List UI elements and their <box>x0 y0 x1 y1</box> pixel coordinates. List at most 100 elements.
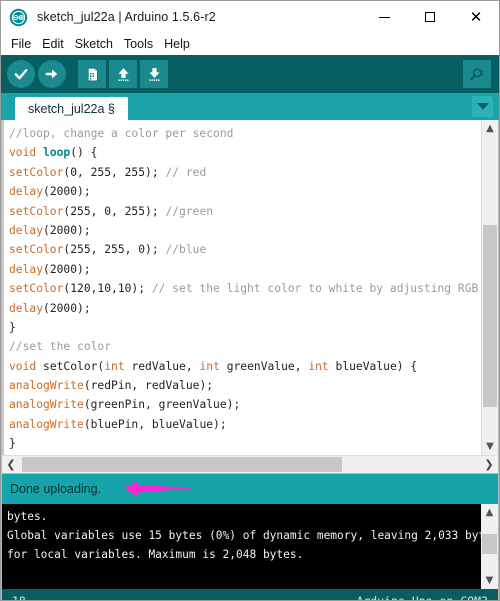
console-text[interactable]: bytes. Global variables use 15 bytes (0%)… <box>2 504 481 589</box>
editor-vertical-scrollbar[interactable]: ▲ ▼ <box>481 120 498 455</box>
code-line: delay(2000); <box>9 260 481 279</box>
horizontal-scroll-thumb[interactable] <box>22 457 342 472</box>
up-arrow-icon <box>118 67 128 81</box>
code-token: void <box>9 146 44 160</box>
code-token: } <box>9 437 16 451</box>
arduino-ide-window: sketch_jul22a | Arduino 1.5.6-r2 ✕ File … <box>0 0 500 601</box>
console-line: bytes. <box>7 510 48 523</box>
code-token: analogWrite <box>9 398 84 412</box>
code-token: (bluePin, blueValue); <box>83 417 227 431</box>
code-token: // set the light color to white by adjus… <box>151 282 479 296</box>
code-line: delay(2000); <box>9 221 481 240</box>
code-token: int <box>199 359 227 373</box>
code-line: delay(2000); <box>9 299 481 318</box>
code-token: (greenPin, greenValue); <box>83 398 241 412</box>
code-token: (2000); <box>43 262 91 276</box>
code-token: () { <box>70 146 98 160</box>
code-line: void loop() { <box>9 143 481 162</box>
code-token: setColor <box>9 165 64 179</box>
magnifier-icon <box>470 68 484 81</box>
scroll-down-button[interactable]: ▼ <box>482 438 498 455</box>
bottom-status-bar: 18 Arduino Uno on COM3 <box>1 589 499 601</box>
upload-button[interactable] <box>38 60 66 88</box>
code-token: //green <box>165 204 214 218</box>
code-token: analogWrite <box>9 379 84 393</box>
close-icon: ✕ <box>469 7 483 26</box>
verify-button[interactable] <box>7 60 35 88</box>
right-arrow-icon <box>45 69 58 79</box>
window-title: sketch_jul22a | Arduino 1.5.6-r2 <box>37 10 216 24</box>
menu-item-tools[interactable]: Tools <box>124 37 160 51</box>
scroll-right-button[interactable]: ❯ <box>480 458 498 471</box>
code-editor: //loop, change a color per second void lo… <box>1 120 499 455</box>
tab-sketch-jul22a[interactable]: sketch_jul22a § <box>15 97 128 120</box>
console-output: bytes. Global variables use 15 bytes (0%)… <box>1 504 499 589</box>
save-button[interactable] <box>140 60 168 88</box>
new-file-icon <box>87 67 98 81</box>
chevron-down-icon <box>476 103 489 110</box>
vertical-scroll-thumb[interactable] <box>483 225 497 407</box>
code-token: setColor( <box>43 359 105 373</box>
minimize-button[interactable] <box>361 1 407 33</box>
code-token: //loop, change a color per second <box>9 127 234 140</box>
code-token: // red <box>165 165 207 179</box>
code-token: (0, 255, 255); <box>63 165 166 179</box>
menu-item-help[interactable]: Help <box>164 37 197 51</box>
code-line: setColor(120,10,10); // set the light co… <box>9 279 481 298</box>
code-line: setColor(255, 255, 0); //blue <box>9 240 481 259</box>
console-line: for local variables. Maximum is 2,048 by… <box>7 548 304 561</box>
title-bar: sketch_jul22a | Arduino 1.5.6-r2 ✕ <box>1 1 499 33</box>
scroll-left-button[interactable]: ❮ <box>2 458 20 471</box>
tab-menu-button[interactable] <box>472 96 493 117</box>
down-arrow-icon <box>149 67 159 81</box>
code-text-area[interactable]: //loop, change a color per second void lo… <box>2 120 481 455</box>
code-token: delay <box>9 223 44 237</box>
code-token: (255, 255, 0); <box>63 243 166 257</box>
code-token: int <box>308 359 336 373</box>
code-line: analogWrite(redPin, redValue); <box>9 376 481 395</box>
serial-monitor-button[interactable] <box>463 60 491 88</box>
code-line: } <box>9 434 481 453</box>
code-token: } <box>9 320 16 334</box>
console-scrollbar[interactable]: ▲ ▼ <box>481 504 498 589</box>
maximize-icon <box>425 12 435 22</box>
window-controls: ✕ <box>361 1 499 33</box>
code-line: //set the color <box>9 337 481 356</box>
code-token: setColor <box>9 204 64 218</box>
code-token: setColor <box>9 282 64 296</box>
toolbar <box>1 55 499 93</box>
code-token: setColor <box>9 243 64 257</box>
scroll-up-button[interactable]: ▲ <box>482 120 498 137</box>
code-line: //loop, change a color per second <box>9 124 481 143</box>
close-button[interactable]: ✕ <box>453 1 499 33</box>
code-token: blueValue) { <box>335 359 418 373</box>
code-line: delay(2000); <box>9 182 481 201</box>
maximize-button[interactable] <box>407 1 453 33</box>
code-token: void <box>9 359 44 373</box>
magenta-left-arrow-annotation <box>124 481 192 497</box>
code-token: //blue <box>165 243 207 257</box>
code-token: (2000); <box>43 185 91 199</box>
minimize-icon <box>378 16 390 18</box>
code-token: //set the color <box>9 340 112 354</box>
checkmark-icon <box>14 69 28 80</box>
open-button[interactable] <box>109 60 137 88</box>
menu-item-file[interactable]: File <box>11 37 38 51</box>
new-button[interactable] <box>78 60 106 88</box>
code-line: analogWrite(bluePin, blueValue); <box>9 415 481 434</box>
code-line: analogWrite(greenPin, greenValue); <box>9 395 481 414</box>
console-scroll-thumb[interactable] <box>482 534 497 554</box>
code-line: setColor(255, 0, 255); //green <box>9 202 481 221</box>
code-token: (255, 0, 255); <box>63 204 166 218</box>
editor-horizontal-scrollbar[interactable]: ❮ ❯ <box>1 455 499 474</box>
code-line: setColor(0, 255, 255); // red <box>9 163 481 182</box>
menu-item-sketch[interactable]: Sketch <box>75 37 120 51</box>
code-token: delay <box>9 185 44 199</box>
code-token: greenValue, <box>226 359 309 373</box>
console-scroll-up-button[interactable]: ▲ <box>481 504 498 521</box>
line-number-indicator: 18 <box>12 593 26 601</box>
console-scroll-down-button[interactable]: ▼ <box>481 572 498 589</box>
menu-item-edit[interactable]: Edit <box>42 37 71 51</box>
code-token: (redPin, redValue); <box>83 379 214 393</box>
code-token: delay <box>9 262 44 276</box>
